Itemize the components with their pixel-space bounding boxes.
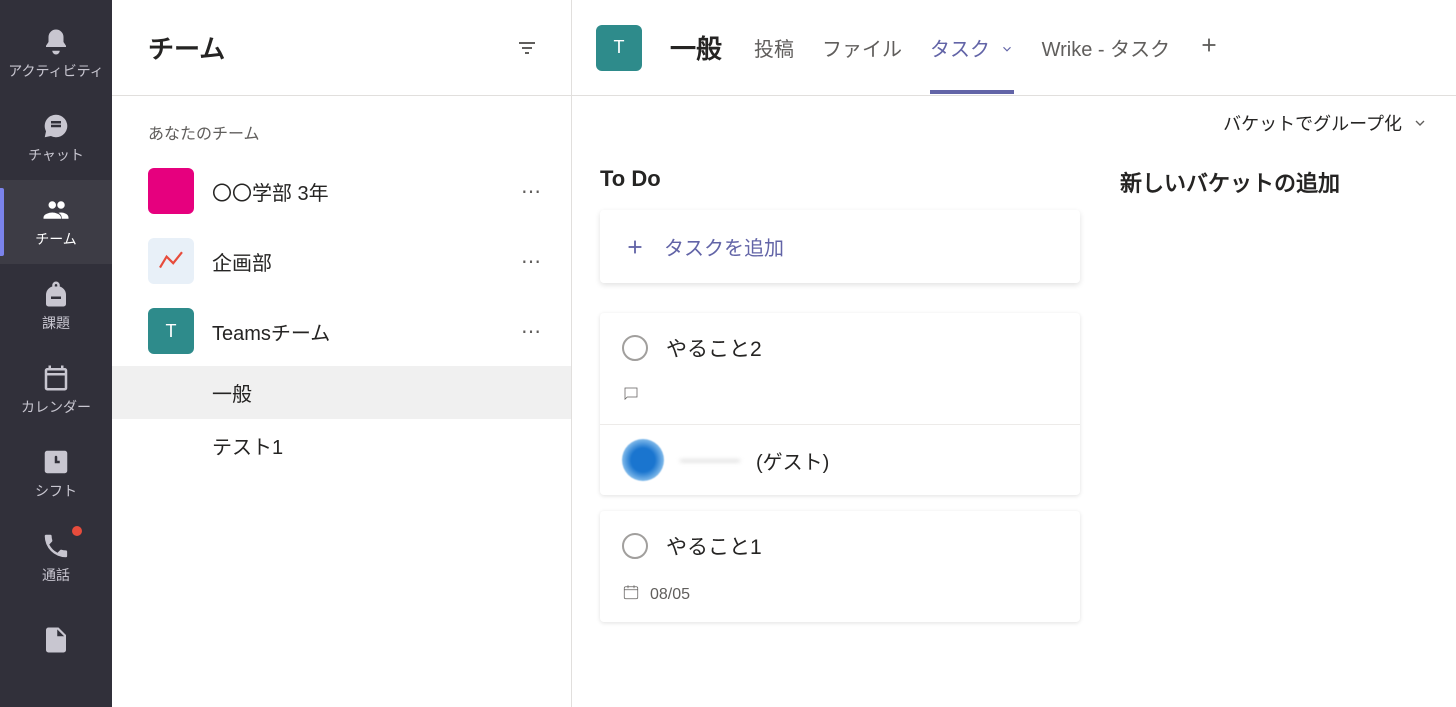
team-name: Teamsチーム — [212, 317, 497, 346]
guest-suffix: (ゲスト) — [756, 446, 829, 475]
rail-files[interactable] — [0, 600, 112, 684]
team-name: 企画部 — [212, 247, 497, 276]
notification-badge — [72, 526, 82, 536]
filter-icon[interactable] — [515, 36, 539, 60]
tab-wrike[interactable]: Wrike - タスク — [1042, 1, 1171, 94]
chevron-down-icon — [1000, 39, 1014, 61]
tab-posts[interactable]: 投稿 — [754, 1, 794, 94]
main-content: T 一般 投稿 ファイル タスク Wrike - タスク バケットでグループ化 … — [572, 0, 1456, 707]
rail-label: 通話 — [42, 565, 70, 585]
more-icon[interactable]: ⋯ — [515, 319, 547, 344]
task-title: やること2 — [666, 333, 762, 363]
teams-list: あなたのチーム 〇〇学部 3年 ⋯ 企画部 ⋯ T Teamsチーム ⋯ 一般 … — [112, 96, 571, 707]
assignee-name: ——— — [680, 449, 740, 472]
rail-calendar[interactable]: カレンダー — [0, 348, 112, 432]
task-card[interactable]: やること2 ——— (ゲスト) — [600, 313, 1080, 495]
complete-toggle[interactable] — [622, 335, 648, 361]
rail-teams[interactable]: チーム — [0, 180, 112, 264]
teams-sidebar: チーム あなたのチーム 〇〇学部 3年 ⋯ 企画部 ⋯ T Teamsチーム ⋯… — [112, 0, 572, 707]
rail-activity[interactable]: アクティビティ — [0, 12, 112, 96]
rail-shifts[interactable]: シフト — [0, 432, 112, 516]
channel-title: 一般 — [670, 29, 722, 66]
channel-row[interactable]: テスト1 — [112, 419, 571, 472]
team-row[interactable]: 企画部 ⋯ — [112, 226, 571, 296]
teams-icon — [41, 195, 71, 225]
teams-header: チーム — [112, 0, 571, 96]
bell-icon — [41, 27, 71, 57]
calendar-icon — [622, 583, 640, 606]
bucket-todo: To Do タスクを追加 やること2 — [600, 166, 1080, 638]
sidebar-title: チーム — [148, 29, 225, 66]
more-icon[interactable]: ⋯ — [515, 249, 547, 274]
chevron-down-icon — [1412, 115, 1428, 131]
channel-row[interactable]: 一般 — [112, 366, 571, 419]
app-rail: アクティビティ チャット チーム 課題 カレンダー シフト 通話 — [0, 0, 112, 707]
rail-calls[interactable]: 通話 — [0, 516, 112, 600]
add-bucket-label[interactable]: 新しいバケットの追加 — [1120, 166, 1456, 198]
shifts-icon — [41, 447, 71, 477]
group-bar: バケットでグループ化 — [572, 96, 1456, 146]
file-icon — [41, 625, 71, 655]
team-row[interactable]: T Teamsチーム ⋯ — [112, 296, 571, 366]
rail-label: チャット — [28, 145, 84, 165]
channel-avatar: T — [596, 25, 642, 71]
add-tab-button[interactable] — [1198, 34, 1220, 61]
task-card[interactable]: やること1 08/05 — [600, 511, 1080, 622]
calendar-icon — [41, 363, 71, 393]
planner-board: To Do タスクを追加 やること2 — [572, 146, 1456, 707]
bucket-new[interactable]: 新しいバケットの追加 — [1120, 166, 1456, 216]
team-name: 〇〇学部 3年 — [212, 177, 497, 206]
add-task-button[interactable]: タスクを追加 — [600, 210, 1080, 283]
rail-label: チーム — [35, 229, 77, 249]
rail-label: アクティビティ — [8, 61, 104, 81]
rail-chat[interactable]: チャット — [0, 96, 112, 180]
tab-tasks[interactable]: タスク — [930, 1, 1014, 94]
rail-label: シフト — [35, 481, 77, 501]
team-row[interactable]: 〇〇学部 3年 ⋯ — [112, 156, 571, 226]
phone-icon — [41, 531, 71, 561]
group-by-dropdown[interactable]: バケットでグループ化 — [1223, 110, 1428, 136]
team-avatar: T — [148, 308, 194, 354]
rail-label: 課題 — [42, 313, 70, 333]
task-title: やること1 — [666, 531, 762, 561]
comment-icon — [622, 385, 640, 408]
tab-files[interactable]: ファイル — [822, 1, 902, 94]
plus-icon — [624, 236, 646, 258]
bucket-title: To Do — [600, 166, 1080, 192]
team-avatar — [148, 168, 194, 214]
rail-assignments[interactable]: 課題 — [0, 264, 112, 348]
chat-icon — [41, 111, 71, 141]
avatar — [622, 439, 664, 481]
task-due: 08/05 — [650, 586, 690, 604]
backpack-icon — [41, 279, 71, 309]
section-label: あなたのチーム — [112, 120, 571, 156]
team-avatar — [148, 238, 194, 284]
complete-toggle[interactable] — [622, 533, 648, 559]
rail-label: カレンダー — [21, 397, 91, 417]
channel-header: T 一般 投稿 ファイル タスク Wrike - タスク — [572, 0, 1456, 96]
task-assignee[interactable]: ——— (ゲスト) — [600, 424, 1080, 495]
more-icon[interactable]: ⋯ — [515, 179, 547, 204]
